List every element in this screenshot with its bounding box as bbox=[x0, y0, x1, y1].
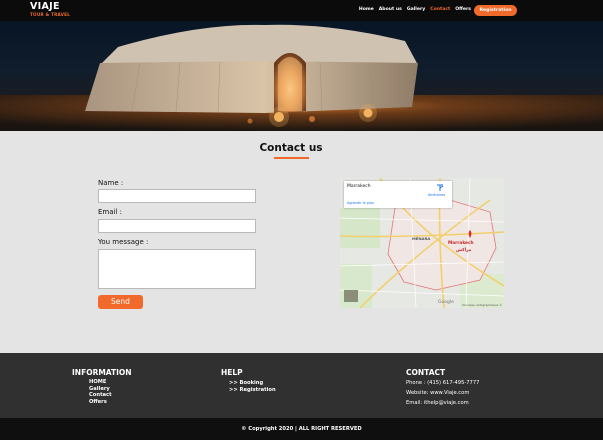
footer-link-offers[interactable]: Offers bbox=[89, 399, 107, 406]
footer: INFORMATION HOME Gallery Contact Offers … bbox=[0, 353, 603, 418]
footer-information-title: INFORMATION bbox=[72, 368, 132, 377]
map-city-label: Marrakech bbox=[448, 241, 474, 246]
nav-gallery[interactable]: Gallery bbox=[407, 7, 425, 12]
google-logo: Google bbox=[438, 300, 454, 305]
footer-phone: Phone : (415) 617-495-7777 bbox=[406, 380, 480, 386]
footer-link-booking[interactable]: >> Booking bbox=[229, 380, 263, 387]
map-district-label: MÉNARA bbox=[412, 236, 431, 241]
tent-roof bbox=[100, 24, 418, 65]
nav-contact[interactable]: Contact bbox=[430, 7, 450, 12]
top-navbar: VIAJE TOUR & TRAVEL Home About us Galler… bbox=[0, 0, 603, 21]
main-menu: Home About us Gallery Contact Offers bbox=[359, 7, 471, 12]
google-map-embed[interactable]: Marrakech Itinéraires Agrandir le plan M… bbox=[340, 178, 504, 308]
brand-name: VIAJE bbox=[30, 1, 60, 12]
registration-button[interactable]: Registration bbox=[474, 5, 517, 16]
directions-icon[interactable] bbox=[436, 184, 444, 192]
larger-map-link[interactable]: Agrandir le plan bbox=[347, 201, 374, 205]
map-info-card: Marrakech Itinéraires Agrandir le plan bbox=[344, 181, 452, 208]
footer-contact-title: CONTACT bbox=[406, 368, 446, 377]
name-label: Name : bbox=[98, 179, 124, 187]
email-input[interactable] bbox=[98, 219, 256, 233]
footer-email[interactable]: Email: ithelp@viaje.com bbox=[406, 400, 469, 407]
nav-about-us[interactable]: About us bbox=[379, 7, 402, 12]
footer-link-registration[interactable]: >> Registration bbox=[229, 387, 276, 394]
nav-home[interactable]: Home bbox=[359, 7, 374, 12]
send-button[interactable]: Send bbox=[98, 295, 143, 309]
copyright-text: © Copyright 2020 | ALL RIGHT RESERVED bbox=[241, 426, 362, 432]
copyright-bar: © Copyright 2020 | ALL RIGHT RESERVED bbox=[0, 418, 603, 440]
email-label: Email : bbox=[98, 208, 123, 216]
nav-offers[interactable]: Offers bbox=[455, 7, 471, 12]
map-credit: Données cartographiques © bbox=[462, 303, 502, 307]
footer-website[interactable]: Website: www.Viaje.com bbox=[406, 390, 469, 397]
tent-left-wall bbox=[85, 61, 265, 113]
brand-tagline: TOUR & TRAVEL bbox=[30, 12, 71, 17]
map-place-name: Marrakech bbox=[347, 184, 371, 189]
name-input[interactable] bbox=[98, 189, 256, 203]
site-logo[interactable]: VIAJE TOUR & TRAVEL bbox=[30, 2, 70, 18]
desert-tent-illustration bbox=[0, 24, 603, 131]
message-textarea[interactable] bbox=[98, 249, 256, 289]
map-city-label-arabic: مراكش bbox=[456, 248, 472, 253]
heading-underline bbox=[274, 157, 309, 159]
directions-link[interactable]: Itinéraires bbox=[428, 193, 445, 197]
message-label: You message : bbox=[98, 238, 149, 246]
footer-help-title: HELP bbox=[221, 368, 243, 377]
contact-heading: Contact us bbox=[259, 142, 323, 154]
satellite-toggle[interactable] bbox=[344, 290, 358, 302]
hero-banner-image bbox=[0, 21, 603, 131]
